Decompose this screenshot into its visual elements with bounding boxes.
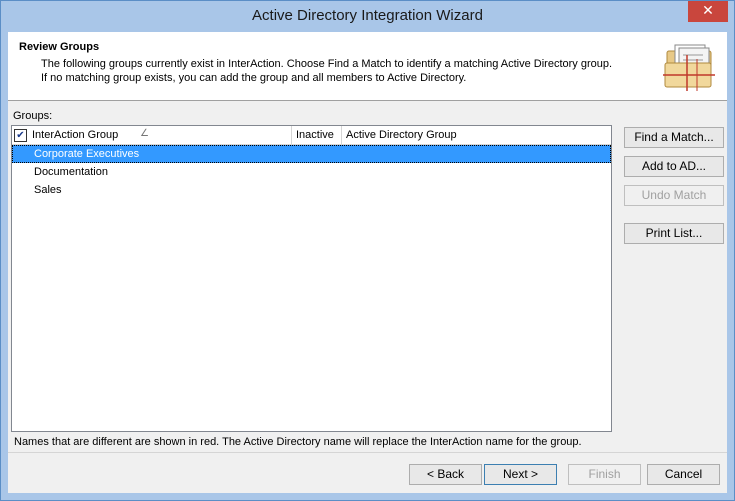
finish-button[interactable]: Finish	[568, 464, 641, 485]
close-button[interactable]: ✕	[688, 1, 728, 22]
window-title: Active Directory Integration Wizard	[252, 7, 483, 24]
add-to-ad-button[interactable]: Add to AD...	[624, 156, 724, 177]
divider	[8, 452, 727, 453]
title-bar[interactable]: Active Directory Integration Wizard ✕	[1, 1, 734, 32]
wizard-window: Active Directory Integration Wizard ✕ Re…	[0, 0, 735, 501]
table-row[interactable]: Documentation	[12, 163, 611, 181]
row-group-name: Documentation	[34, 166, 108, 178]
print-list-button[interactable]: Print List...	[624, 223, 724, 244]
sort-indicator-icon: ∠	[140, 128, 149, 139]
find-match-button[interactable]: Find a Match...	[624, 127, 724, 148]
column-label: Inactive	[296, 129, 334, 141]
column-header-interaction-group[interactable]: ✔ InterAction Group ∠	[12, 126, 292, 144]
select-all-checkbox[interactable]: ✔	[14, 129, 27, 142]
cancel-button[interactable]: Cancel	[647, 464, 720, 485]
groups-list[interactable]: ✔ InterAction Group ∠ Inactive Active Di…	[11, 125, 612, 432]
page-description-line1: The following groups currently exist in …	[41, 58, 613, 70]
close-icon: ✕	[702, 3, 714, 19]
undo-match-button[interactable]: Undo Match	[624, 185, 724, 206]
page-title: Review Groups	[19, 41, 100, 53]
column-label: InterAction Group	[32, 129, 119, 141]
table-row[interactable]: Sales	[12, 181, 611, 199]
next-button[interactable]: Next >	[484, 464, 557, 485]
wizard-client-area: Review Groups The following groups curre…	[8, 32, 727, 493]
info-note: Names that are different are shown in re…	[14, 436, 582, 448]
page-description-line2: If no matching group exists, you can add…	[41, 72, 467, 84]
folder-documents-icon	[663, 44, 715, 91]
list-header: ✔ InterAction Group ∠ Inactive Active Di…	[12, 126, 611, 145]
table-row[interactable]: Corporate Executives	[12, 145, 611, 163]
wizard-header: Review Groups The following groups curre…	[8, 32, 727, 101]
column-label: Active Directory Group	[346, 129, 457, 141]
column-header-inactive[interactable]: Inactive	[292, 126, 342, 144]
back-button[interactable]: < Back	[409, 464, 482, 485]
row-group-name: Corporate Executives	[34, 148, 140, 160]
column-header-ad-group[interactable]: Active Directory Group	[342, 126, 610, 144]
groups-label: Groups:	[13, 110, 53, 122]
row-group-name: Sales	[34, 184, 62, 196]
